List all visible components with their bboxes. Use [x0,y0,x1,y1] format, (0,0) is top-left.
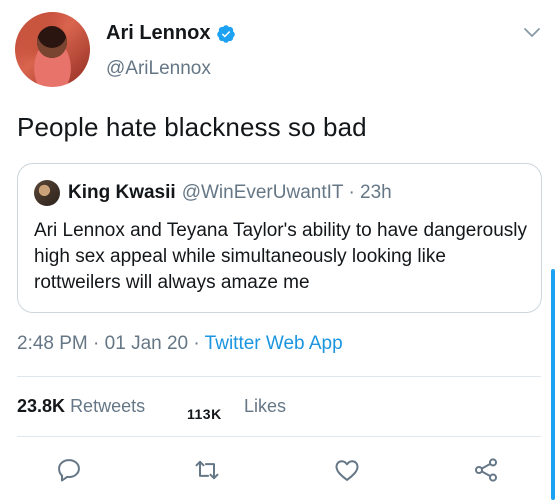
author-avatar[interactable] [15,12,90,87]
retweet-icon[interactable] [193,456,221,484]
chevron-down-icon[interactable] [523,26,541,40]
tweet-actions-bar [0,450,558,490]
quoted-author-handle-time: @WinEverUwantIT · 23h [181,182,392,203]
divider [17,376,541,377]
verified-badge-icon [216,24,236,44]
scrollbar-thumb[interactable] [551,269,555,500]
quoted-tweet-header: King Kwasii @WinEverUwantIT · 23h [34,180,392,206]
tweet-source-link[interactable]: Twitter Web App [205,333,343,354]
tweet-text: People hate blackness so bad [17,112,367,142]
retweets-label: Retweets [70,396,146,416]
heart-icon[interactable] [333,456,361,484]
retweets-stat[interactable]: 23.8K Retweets [17,396,145,417]
reply-icon[interactable] [55,456,83,484]
quoted-author-name[interactable]: King Kwasii [68,182,176,204]
retweets-count: 23.8K [17,396,66,416]
quoted-tweet-card[interactable]: King Kwasii @WinEverUwantIT · 23h Ari Le… [17,163,542,313]
author-handle[interactable]: @AriLennox [106,58,211,80]
quoted-tweet-text: Ari Lennox and Teyana Taylor's ability t… [34,220,528,293]
likes-count[interactable]: 113K [187,406,222,422]
quoted-author-avatar[interactable] [34,180,60,206]
tweet-date: 01 Jan 20 [104,333,189,354]
likes-label[interactable]: Likes [244,396,286,417]
tweet-metadata: 2:48 PM · 01 Jan 20 · Twitter Web App [17,333,343,355]
author-name-row[interactable]: Ari Lennox [106,22,236,45]
divider [17,436,541,437]
meta-separator: · [87,333,105,354]
share-icon[interactable] [472,456,500,484]
author-display-name[interactable]: Ari Lennox [106,22,210,45]
tweet-time: 2:48 PM [17,333,88,354]
meta-separator: · [188,333,205,354]
